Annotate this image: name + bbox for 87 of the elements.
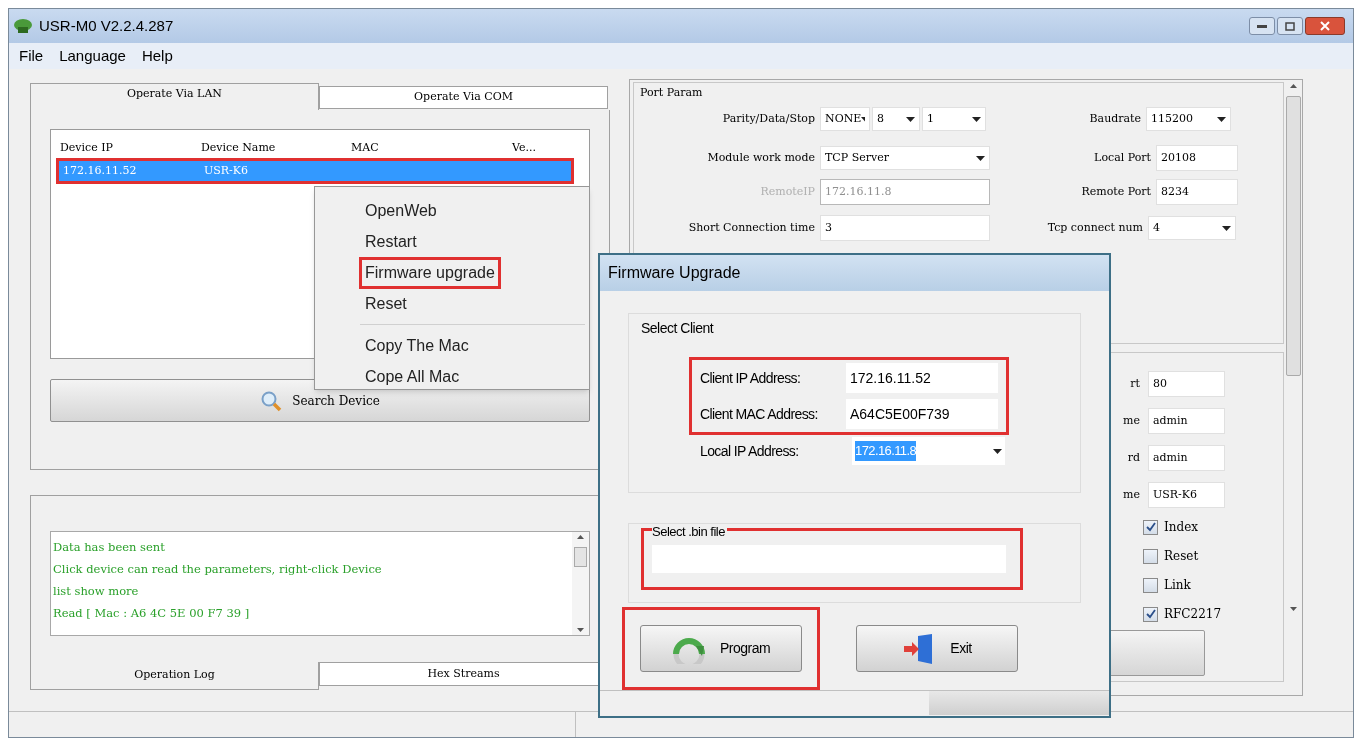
field-label: Local Port: [1093, 149, 1152, 166]
text-field[interactable]: USR-K6: [1148, 482, 1225, 508]
column-header[interactable]: Device IP: [60, 139, 201, 157]
menu-item[interactable]: Reset: [359, 287, 413, 320]
field-label: me: [1123, 412, 1141, 429]
field-label: Client MAC Address:: [699, 404, 819, 424]
close-icon: [1320, 21, 1330, 31]
log-line: Data has been sent: [53, 539, 166, 556]
text-field[interactable]: admin: [1148, 408, 1225, 434]
column-header[interactable]: Ve...: [512, 139, 572, 157]
field-label: rd: [1127, 449, 1141, 466]
minimize-button[interactable]: [1249, 17, 1275, 35]
dropdown-caret-icon: [861, 116, 865, 122]
program-button[interactable]: Program: [640, 625, 802, 672]
column-header[interactable]: MAC: [351, 139, 512, 157]
dropdown-caret-icon: [972, 116, 981, 122]
text-field[interactable]: 8234: [1156, 179, 1238, 205]
menu-item[interactable]: Copy The Mac: [359, 329, 475, 362]
menu-item[interactable]: Language: [53, 44, 132, 68]
group-title: Select .bin file: [652, 525, 727, 539]
group-title: Port Param: [640, 85, 704, 101]
dropdown[interactable]: 115200: [1146, 107, 1231, 131]
checkbox-label: Link: [1164, 577, 1191, 594]
dropdown[interactable]: 1: [922, 107, 986, 131]
checkbox-label: Reset: [1164, 548, 1199, 565]
scroll-thumb[interactable]: [574, 547, 587, 567]
log-line: Click device can read the parameters, right-click Device list show more: [53, 561, 383, 600]
maximize-icon: [1285, 21, 1295, 31]
checkbox[interactable]: [1143, 577, 1158, 593]
field-label: Baudrate: [1088, 110, 1142, 127]
menu-item[interactable]: Firmware upgrade: [359, 256, 501, 289]
maximize-button[interactable]: [1277, 17, 1303, 35]
checkbox-label: RFC2217: [1164, 606, 1222, 623]
text-field[interactable]: admin: [1148, 445, 1225, 471]
checkbox[interactable]: [1143, 519, 1158, 535]
scroll-up-icon: [577, 535, 584, 539]
column-header[interactable]: Device Name: [201, 139, 351, 157]
menu-item[interactable]: Help: [135, 44, 179, 68]
search-icon: [260, 389, 283, 412]
scroll-down-icon: [1289, 607, 1297, 611]
menu-item[interactable]: File: [13, 44, 50, 68]
text-field[interactable]: A64C5E00F739: [846, 399, 998, 429]
dropdown-caret-icon: [1217, 116, 1226, 122]
dropdown-caret-icon: [976, 155, 985, 161]
window-title: USR-M0 V2.2.4.287: [39, 15, 174, 36]
dropdown[interactable]: 4: [1148, 216, 1236, 240]
text-field[interactable]: 80: [1148, 371, 1225, 397]
field-label: Remote Port: [1080, 183, 1152, 200]
checkbox-label: Index: [1164, 519, 1199, 536]
text-field[interactable]: 20108: [1156, 145, 1238, 171]
field-label: Module work mode: [706, 149, 816, 166]
tab[interactable]: Operate Via COM: [319, 86, 608, 109]
field-label: rt: [1130, 375, 1141, 392]
minimize-icon: [1257, 24, 1267, 28]
tab[interactable]: Operate Via LAN: [30, 83, 319, 110]
dropdown[interactable]: NONE: [820, 107, 870, 131]
text-field[interactable]: 172.16.11.52: [846, 363, 998, 393]
dropdown-caret-icon: [993, 448, 1002, 454]
field-label: Local IP Address:: [700, 441, 800, 461]
field-label: Client IP Address:: [699, 368, 802, 388]
menu-item[interactable]: Restart: [359, 225, 423, 258]
app-icon: [13, 18, 33, 34]
check-icon: [1145, 522, 1156, 532]
field-label: Tcp connect num: [1046, 219, 1144, 236]
scroll-up-icon: [1289, 84, 1297, 88]
text-field[interactable]: 3: [820, 215, 990, 241]
dialog-title: Firmware Upgrade: [600, 255, 1109, 291]
check-icon: [1145, 609, 1156, 619]
dropdown-caret-icon: [906, 116, 915, 122]
field-label: me: [1123, 486, 1141, 503]
group-title: Select Client: [641, 319, 715, 338]
log-line: Read [ Mac : A6 4C 5E 00 F7 39 ]: [53, 605, 251, 622]
exit-button[interactable]: Exit: [856, 625, 1018, 672]
field-label: Short Connection time: [687, 219, 816, 236]
scrollbar[interactable]: [572, 532, 589, 635]
scroll-thumb[interactable]: [1285, 96, 1301, 376]
menu-item[interactable]: OpenWeb: [359, 194, 443, 227]
dropdown[interactable]: 8: [872, 107, 920, 131]
tab[interactable]: Operation Log: [30, 662, 319, 690]
checkbox[interactable]: [1143, 548, 1158, 564]
dropdown-caret-icon: [1222, 225, 1231, 231]
scroll-down-icon: [577, 628, 584, 632]
checkbox[interactable]: [1143, 606, 1158, 622]
field-label: Parity/Data/Stop: [721, 110, 816, 127]
field-label: RemoteIP: [759, 183, 816, 200]
close-button[interactable]: [1305, 17, 1345, 35]
dropdown[interactable]: TCP Server: [820, 146, 990, 170]
